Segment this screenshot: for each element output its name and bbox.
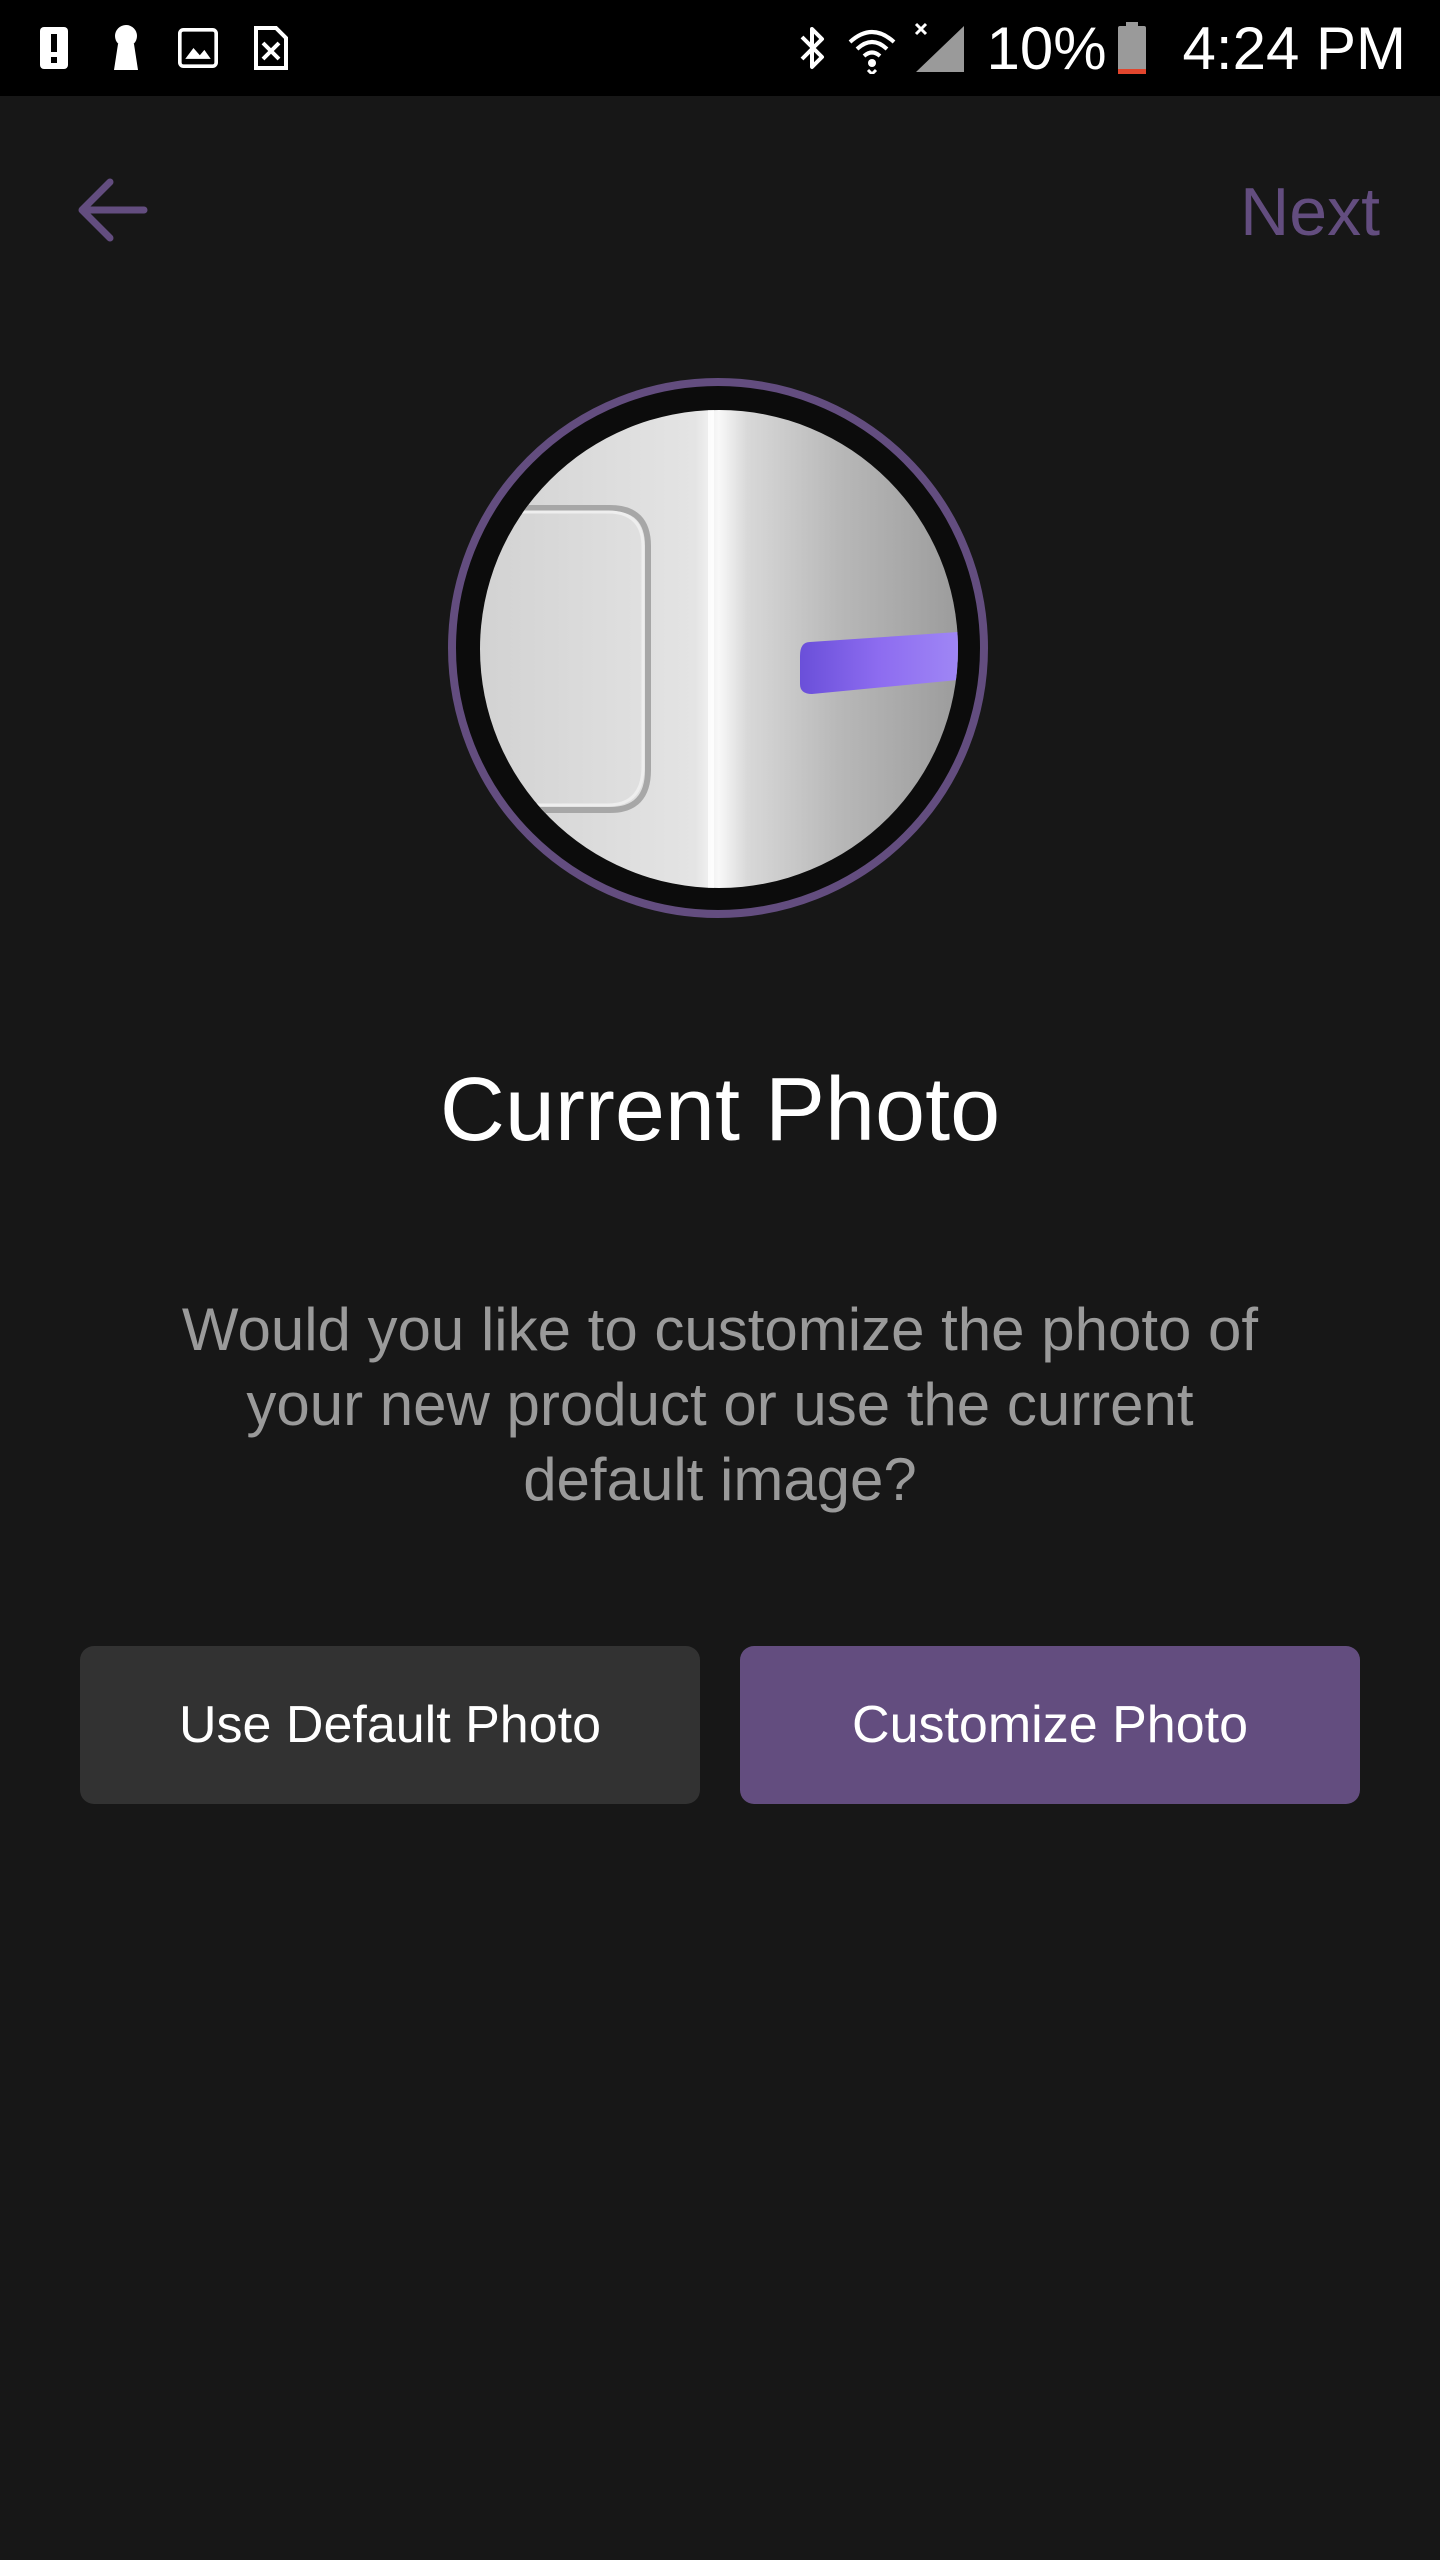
customize-photo-label: Customize Photo (852, 1696, 1248, 1754)
close-box-icon (250, 24, 290, 72)
keyhole-icon (106, 24, 146, 72)
wifi-icon (846, 22, 898, 74)
status-bar: 10% 4:24 PM (0, 0, 1440, 96)
next-button[interactable]: Next (1240, 164, 1380, 260)
signal-icon (914, 22, 966, 74)
use-default-photo-button[interactable]: Use Default Photo (80, 1646, 700, 1804)
battery-icon (1117, 21, 1147, 75)
clock: 4:24 PM (1182, 14, 1406, 82)
product-photo (480, 410, 958, 888)
bluetooth-icon (796, 23, 830, 73)
customize-photo-button[interactable]: Customize Photo (740, 1646, 1360, 1804)
arrow-left-icon (76, 176, 148, 249)
status-notifications (34, 22, 322, 74)
back-button[interactable] (60, 160, 164, 264)
use-default-photo-label: Use Default Photo (178, 1696, 602, 1754)
status-system: 10% 4:24 PM (796, 14, 1406, 82)
page-title: Current Photo (439, 1060, 1001, 1160)
battery-percent: 10% (986, 14, 1107, 82)
alert-icon (34, 24, 74, 72)
screen: 10% 4:24 PM Next Current Photo Would you… (0, 0, 1440, 2560)
description-text: Would you like to customize the photo of… (181, 1296, 1259, 1513)
image-icon (178, 24, 218, 72)
